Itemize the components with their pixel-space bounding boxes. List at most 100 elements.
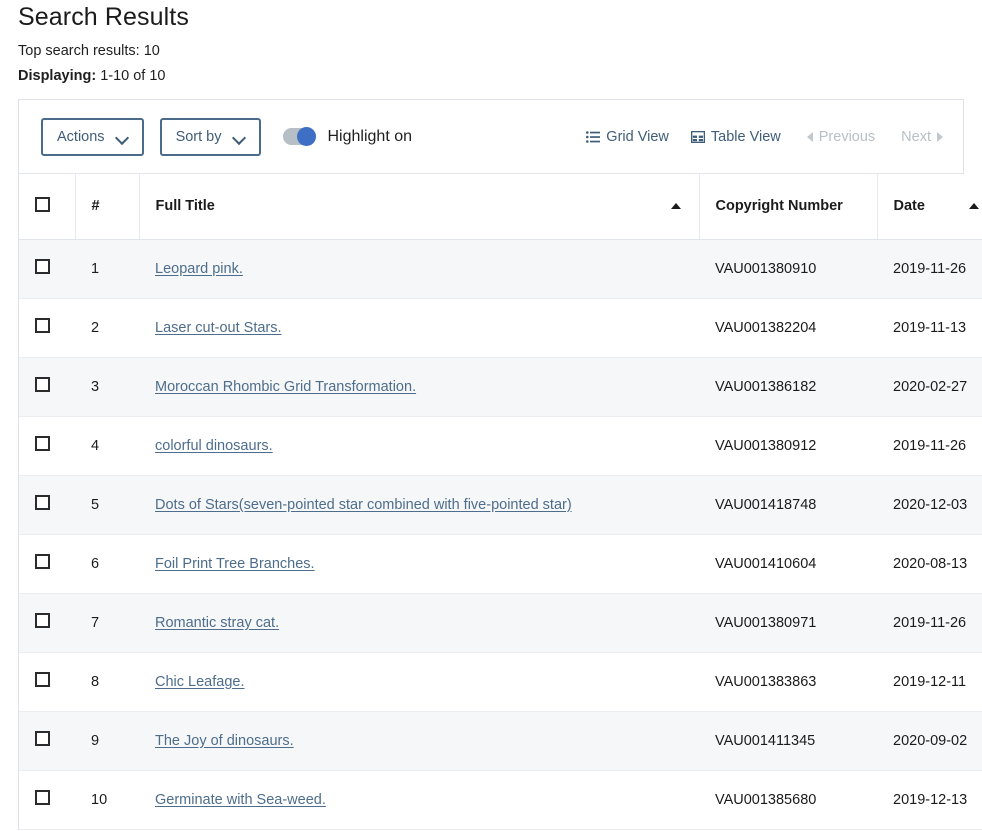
row-copyright-number: VAU001418748: [699, 475, 877, 534]
table-row: 7Romantic stray cat.VAU0013809712019-11-…: [19, 593, 982, 652]
sort-by-button-label: Sort by: [176, 129, 222, 145]
row-select-cell: [19, 298, 75, 357]
row-title-cell: Romantic stray cat.: [139, 593, 699, 652]
column-header-date[interactable]: Date: [877, 174, 982, 239]
search-results-page: Search Results Top search results: 10 Di…: [0, 0, 982, 831]
row-checkbox[interactable]: [35, 672, 50, 687]
page-header: Search Results Top search results: 10 Di…: [0, 0, 982, 86]
displaying-label: Displaying:: [18, 68, 96, 84]
row-checkbox[interactable]: [35, 259, 50, 274]
row-title-cell: Foil Print Tree Branches.: [139, 534, 699, 593]
column-header-number[interactable]: #: [75, 174, 139, 239]
row-copyright-number: VAU001380912: [699, 416, 877, 475]
title-link[interactable]: colorful dinosaurs.: [155, 438, 273, 454]
row-copyright-number: VAU001386182: [699, 357, 877, 416]
page-title: Search Results: [18, 0, 982, 34]
grid-view-button[interactable]: Grid View: [586, 129, 669, 145]
select-all-checkbox[interactable]: [35, 197, 50, 212]
title-link[interactable]: Foil Print Tree Branches.: [155, 556, 315, 572]
row-copyright-number: VAU001382204: [699, 298, 877, 357]
column-header-title[interactable]: Full Title: [139, 174, 699, 239]
row-copyright-number: VAU001383863: [699, 652, 877, 711]
grid-view-label: Grid View: [606, 129, 669, 145]
table-row: 1Leopard pink.VAU0013809102019-11-26: [19, 239, 982, 298]
table-view-label: Table View: [711, 129, 781, 145]
title-link[interactable]: Leopard pink.: [155, 261, 243, 277]
row-number: 4: [75, 416, 139, 475]
previous-page-button[interactable]: Previous: [807, 129, 875, 145]
actions-button-label: Actions: [57, 129, 105, 145]
table-icon: [691, 131, 705, 143]
title-link[interactable]: The Joy of dinosaurs.: [155, 733, 294, 749]
title-link[interactable]: Moroccan Rhombic Grid Transformation.: [155, 379, 416, 395]
table-view-button[interactable]: Table View: [691, 129, 781, 145]
row-select-cell: [19, 357, 75, 416]
highlight-toggle[interactable]: Highlight on: [283, 128, 413, 146]
table-row: 8Chic Leafage.VAU0013838632019-12-11: [19, 652, 982, 711]
row-copyright-number: VAU001380971: [699, 593, 877, 652]
column-header-copyright-number[interactable]: Copyright Number: [699, 174, 877, 239]
next-page-button[interactable]: Next: [901, 129, 943, 145]
actions-button[interactable]: Actions: [41, 118, 144, 156]
toggle-switch-knob: [297, 127, 316, 146]
row-copyright-number: VAU001411345: [699, 711, 877, 770]
chevron-down-icon: [234, 133, 245, 140]
sort-ascending-icon: [969, 203, 979, 209]
row-checkbox[interactable]: [35, 436, 50, 451]
table-row: 2Laser cut-out Stars.VAU0013822042019-11…: [19, 298, 982, 357]
row-title-cell: Leopard pink.: [139, 239, 699, 298]
row-checkbox[interactable]: [35, 377, 50, 392]
displaying-range: Displaying: 1-10 of 10: [18, 66, 982, 86]
title-link[interactable]: Romantic stray cat.: [155, 615, 279, 631]
row-number: 3: [75, 357, 139, 416]
row-date: 2019-12-13: [877, 770, 982, 829]
row-date: 2019-11-26: [877, 593, 982, 652]
row-checkbox[interactable]: [35, 554, 50, 569]
row-date: 2019-12-11: [877, 652, 982, 711]
row-checkbox[interactable]: [35, 790, 50, 805]
row-copyright-number: VAU001410604: [699, 534, 877, 593]
results-toolbar: Actions Sort by Highlight on: [19, 100, 963, 174]
row-copyright-number: VAU001385680: [699, 770, 877, 829]
results-table-body: 1Leopard pink.VAU0013809102019-11-262Las…: [19, 239, 982, 829]
toolbar-right-group: Grid View Table View Previous: [564, 129, 943, 145]
row-select-cell: [19, 416, 75, 475]
row-select-cell: [19, 770, 75, 829]
select-all-header: [19, 174, 75, 239]
table-row: 9The Joy of dinosaurs.VAU0014113452020-0…: [19, 711, 982, 770]
row-date: 2020-12-03: [877, 475, 982, 534]
results-card: Actions Sort by Highlight on: [18, 99, 964, 830]
row-title-cell: Laser cut-out Stars.: [139, 298, 699, 357]
row-number: 2: [75, 298, 139, 357]
column-header-date-label: Date: [894, 198, 925, 214]
title-link[interactable]: Laser cut-out Stars.: [155, 320, 282, 336]
sort-by-button[interactable]: Sort by: [160, 118, 261, 156]
table-row: 3 Moroccan Rhombic Grid Transformation. VA…: [19, 357, 982, 416]
title-link[interactable]: Chic Leafage.: [155, 674, 244, 690]
row-checkbox[interactable]: [35, 318, 50, 333]
results-table: # Full Title Copyright Number Date 1 Leop…: [19, 174, 982, 830]
row-checkbox[interactable]: [35, 495, 50, 510]
displaying-value: 1-10 of 10: [100, 68, 165, 84]
toggle-switch-track[interactable]: [283, 128, 316, 145]
top-results-count: Top search results: 10: [18, 41, 982, 61]
row-checkbox[interactable]: [35, 731, 50, 746]
column-header-title-label: Full Title: [156, 198, 215, 214]
title-link[interactable]: Dots of Stars(seven-pointed star combine…: [155, 497, 572, 513]
next-label: Next: [901, 129, 931, 145]
triangle-right-icon: [937, 132, 943, 142]
row-checkbox[interactable]: [35, 613, 50, 628]
row-select-cell: [19, 475, 75, 534]
row-select-cell: [19, 239, 75, 298]
row-date: 2020-02-27: [877, 357, 982, 416]
row-date: 2020-09-02: [877, 711, 982, 770]
row-number: 10: [75, 770, 139, 829]
row-title-cell: Chic Leafage.: [139, 652, 699, 711]
highlight-toggle-label: Highlight on: [328, 128, 413, 146]
row-title-cell: Moroccan Rhombic Grid Transformation.: [139, 357, 699, 416]
row-number: 1: [75, 239, 139, 298]
row-number: 5: [75, 475, 139, 534]
triangle-left-icon: [807, 132, 813, 142]
row-date: 2019-11-26: [877, 239, 982, 298]
title-link[interactable]: Germinate with Sea-weed.: [155, 792, 326, 808]
